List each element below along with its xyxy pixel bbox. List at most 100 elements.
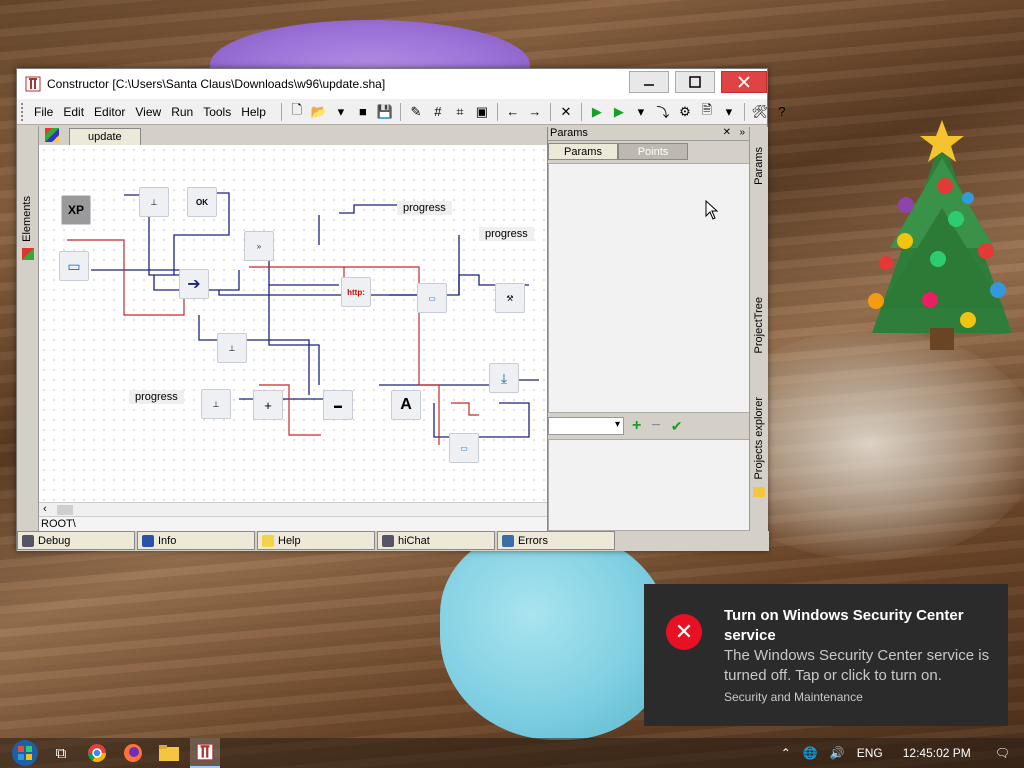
chrome-icon[interactable] — [82, 738, 112, 768]
minimize-button[interactable] — [629, 71, 669, 93]
help-tab-icon — [262, 534, 274, 547]
close-panel-icon[interactable]: ✕ — [723, 127, 731, 138]
security-notification[interactable]: ✕ Turn on Windows Security Center servic… — [644, 584, 1008, 726]
menu-help[interactable]: Help — [236, 105, 271, 119]
ok-button-element[interactable]: OK — [187, 187, 217, 217]
delete-icon[interactable]: ✕ — [556, 102, 576, 122]
start-button[interactable] — [10, 738, 40, 768]
constructor-app-icon — [25, 76, 41, 92]
save-icon[interactable]: 💾 — [375, 102, 395, 122]
constructor-taskbar-icon[interactable] — [190, 738, 220, 768]
counter-element-2[interactable]: ⊥ — [217, 333, 247, 363]
forward-arrow-icon[interactable]: → — [525, 102, 545, 122]
close-button[interactable] — [721, 71, 767, 93]
tab-points[interactable]: Points — [618, 143, 688, 160]
menu-tools[interactable]: Tools — [198, 105, 236, 119]
christmas-tree-gadget[interactable] — [850, 118, 1024, 358]
show-hidden-icons-icon[interactable]: ⌃ — [781, 746, 791, 760]
progress-label-2[interactable]: progress — [479, 227, 534, 241]
align-grid-icon[interactable]: ⌗ — [450, 102, 470, 122]
action-center-icon[interactable]: 🗨 — [995, 746, 1010, 760]
schema-canvas[interactable]: XP ⊥ OK progress progress » ▭ ➔ http: ▭ … — [39, 145, 547, 502]
volume-icon[interactable]: 🔊 — [830, 746, 845, 760]
new-file-icon[interactable]: 🗋 — [287, 102, 307, 122]
help-icon[interactable]: ? — [772, 102, 792, 122]
blue-plush — [440, 530, 670, 740]
download-element[interactable]: ⤓ — [489, 363, 519, 393]
edit-element[interactable]: ▬ — [323, 390, 353, 420]
params-list[interactable] — [548, 163, 750, 413]
tab-debug[interactable]: Debug — [17, 531, 135, 550]
tab-params[interactable]: Params — [548, 143, 618, 160]
horizontal-scrollbar[interactable]: ‹ — [39, 502, 547, 516]
document-tab-update[interactable]: update — [69, 128, 141, 145]
title-bar[interactable]: Constructor [C:\Users\Santa Claus\Downlo… — [17, 69, 767, 99]
language-indicator[interactable]: ENG — [857, 746, 883, 760]
file-explorer-icon[interactable] — [154, 738, 184, 768]
document-tab-icon — [45, 128, 59, 142]
tab-help[interactable]: Help — [257, 531, 375, 550]
back-arrow-icon[interactable]: ← — [503, 102, 523, 122]
menu-file[interactable]: File — [29, 105, 58, 119]
remove-param-button[interactable]: − — [651, 417, 660, 435]
tools-icon[interactable]: 🛠 — [750, 102, 770, 122]
task-view-button[interactable]: ⧉ — [46, 738, 76, 768]
open-folder-icon[interactable]: 📂 — [309, 102, 329, 122]
stop-icon[interactable]: ■ — [353, 102, 373, 122]
toolbar-separator — [496, 102, 498, 121]
firefox-icon[interactable] — [118, 738, 148, 768]
tab-projects-explorer[interactable]: Projects explorer — [753, 397, 765, 480]
network-globe-icon[interactable]: 🌐 — [803, 746, 818, 760]
plus-element[interactable]: + — [253, 390, 283, 420]
tools-element[interactable]: ⚒ — [495, 283, 525, 313]
grid-icon[interactable]: # — [428, 102, 448, 122]
collapse-panel-icon[interactable]: » — [739, 127, 745, 138]
edit-form-icon[interactable]: ✎ — [406, 102, 426, 122]
dropdown-arrow-icon[interactable]: ▾ — [719, 102, 739, 122]
run-icon[interactable]: ▶ — [587, 102, 607, 122]
step-icon[interactable]: ⤵ — [653, 102, 673, 122]
run-debug-icon[interactable]: ▶ — [609, 102, 629, 122]
compile-icon[interactable]: ⚙ — [675, 102, 695, 122]
counter-element-3[interactable]: ⊥ — [201, 389, 231, 419]
tab-project-tree[interactable]: ProjectTree — [753, 297, 765, 353]
label-a-element[interactable]: A — [391, 390, 421, 420]
params-description — [548, 439, 750, 531]
mouse-cursor-icon — [705, 200, 719, 220]
progress-label-1[interactable]: progress — [397, 201, 452, 215]
frame-icon[interactable]: ▣ — [472, 102, 492, 122]
tab-hichat[interactable]: hiChat — [377, 531, 495, 550]
menu-editor[interactable]: Editor — [89, 105, 130, 119]
scroll-thumb[interactable] — [57, 505, 73, 515]
scroll-left-icon[interactable]: ‹ — [43, 503, 47, 515]
tab-errors[interactable]: Errors — [497, 531, 615, 550]
notification-body: The Windows Security Center service is t… — [724, 647, 990, 684]
window-element[interactable]: ▭ — [59, 251, 89, 281]
apply-param-button[interactable]: ✔ — [671, 418, 683, 435]
xp-element[interactable]: XP — [61, 195, 91, 225]
menu-view[interactable]: View — [130, 105, 166, 119]
http-element[interactable]: http: — [341, 277, 371, 307]
list-element[interactable]: » — [244, 231, 274, 261]
form-element[interactable]: ▭ — [417, 283, 447, 313]
dropdown-arrow-icon[interactable]: ▾ — [631, 102, 651, 122]
maximize-button[interactable] — [675, 71, 715, 93]
windows-start-icon — [12, 740, 38, 766]
tab-params-side[interactable]: Params — [753, 147, 765, 185]
menu-run[interactable]: Run — [166, 105, 198, 119]
tab-info-label: Info — [158, 534, 177, 547]
tab-info[interactable]: Info — [137, 531, 255, 550]
windows-element[interactable]: ▭ — [449, 433, 479, 463]
add-param-button[interactable]: + — [632, 417, 641, 435]
clock[interactable]: 12:45:02 PM — [903, 746, 971, 760]
arrow-element[interactable]: ➔ — [179, 269, 209, 299]
menu-edit[interactable]: Edit — [58, 105, 89, 119]
progress-label-3[interactable]: progress — [129, 390, 184, 404]
tab-hichat-label: hiChat — [398, 534, 430, 547]
params-tabs: Params Points — [548, 143, 749, 160]
elements-tab[interactable]: Elements — [21, 196, 33, 242]
export-icon[interactable]: 🗎 — [697, 102, 717, 122]
dropdown-arrow-icon[interactable]: ▾ — [331, 102, 351, 122]
counter-element[interactable]: ⊥ — [139, 187, 169, 217]
param-type-select[interactable]: ▾ — [548, 417, 624, 435]
